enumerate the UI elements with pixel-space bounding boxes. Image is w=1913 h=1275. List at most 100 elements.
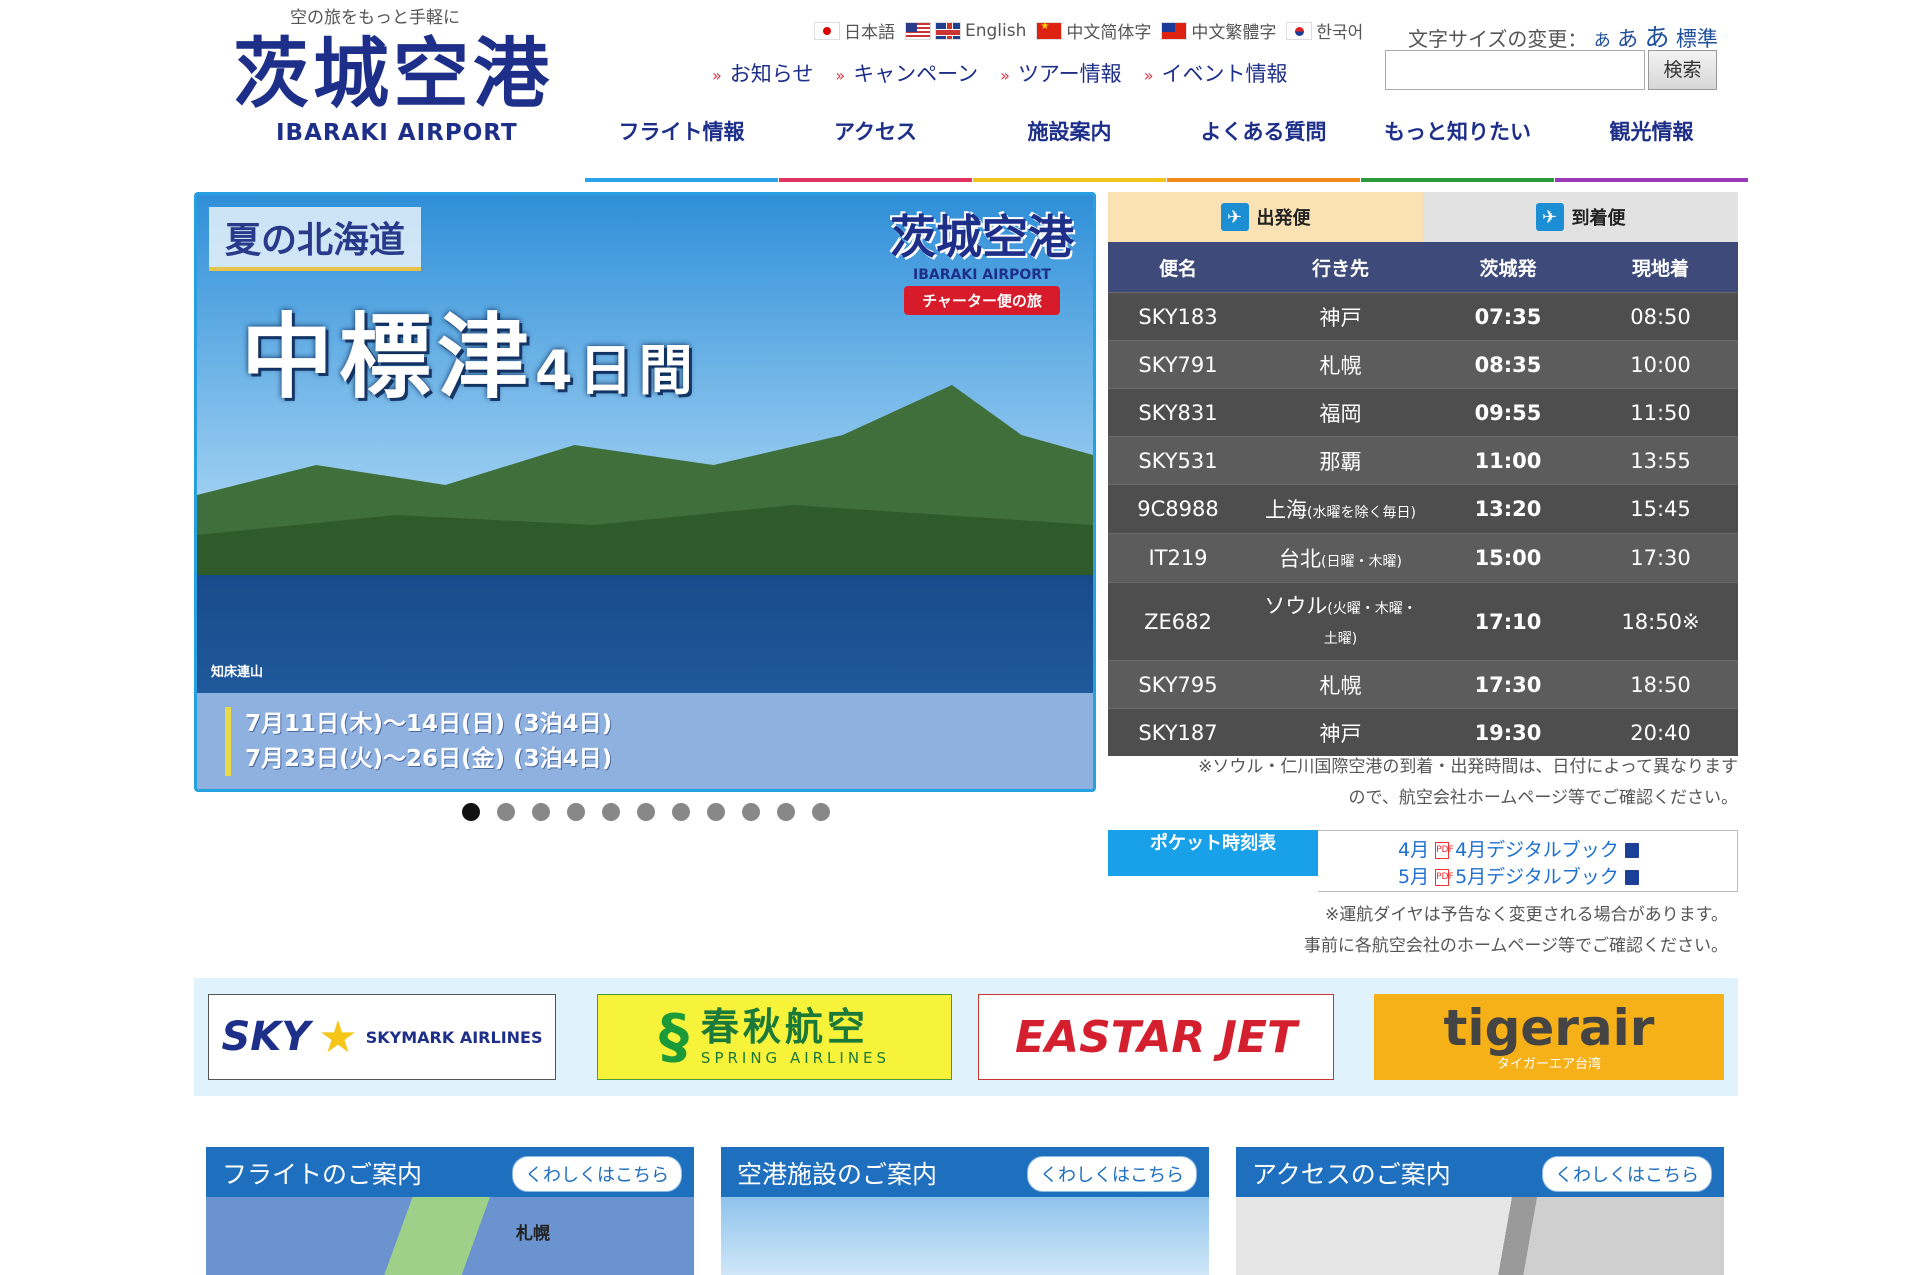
more-details-button[interactable]: くわしくはこちら — [1542, 1156, 1712, 1192]
slide-dot[interactable] — [742, 803, 760, 821]
eastar-jet-banner[interactable]: EASTAR JET — [978, 994, 1334, 1080]
note-line: ので、航空会社ホームページ等でご確認ください。 — [1348, 787, 1738, 808]
departure-time: 15:00 — [1474, 546, 1542, 570]
lang-korean[interactable]: 한국어 — [1286, 18, 1363, 43]
lang-chinese-simplified[interactable]: 中文简体字 — [1036, 18, 1151, 43]
tab-arrivals[interactable]: ✈ 到着便 — [1423, 192, 1738, 242]
more-details-button[interactable]: くわしくはこちら — [512, 1156, 682, 1192]
more-details-button[interactable]: くわしくはこちら — [1027, 1156, 1197, 1192]
slide-dot[interactable] — [672, 803, 690, 821]
slide-dot[interactable] — [567, 803, 585, 821]
hero-subtitle: 夏の北海道 — [209, 207, 422, 271]
slide-dot[interactable] — [602, 803, 620, 821]
slide-dot[interactable] — [707, 803, 725, 821]
lang-label: 日本語 — [844, 23, 895, 43]
table-row: 9C8988 上海(水曜を除く毎日) 13:20 15:45 — [1108, 484, 1738, 533]
digital-book-link[interactable]: 5月デジタルブック — [1455, 866, 1619, 888]
route-map-image — [206, 1197, 694, 1275]
skymark-logo-text: SKY — [221, 1014, 311, 1060]
chevron-right-icon: » — [1143, 66, 1154, 85]
facility-image — [721, 1197, 1209, 1275]
sublink-label: お知らせ — [729, 62, 814, 86]
nav-faq[interactable]: よくある質問 — [1167, 112, 1360, 182]
lang-chinese-traditional[interactable]: 中文繁體字 — [1161, 18, 1276, 43]
flight-guide-card[interactable]: フライトのご案内 くわしくはこちら 札幌 — [206, 1147, 694, 1275]
sublink-label: ツアー情報 — [1017, 62, 1122, 86]
slide-dot[interactable] — [462, 803, 480, 821]
departure-time: 09:55 — [1474, 400, 1542, 425]
hero-title-main: 中標津 — [241, 304, 536, 411]
departure-board: 便名 行き先 茨城発 現地着 SKY183 神戸 07:35 08:50 SKY… — [1108, 242, 1738, 756]
flight-number: ZE682 — [1144, 609, 1212, 634]
departure-plane-icon: ✈ — [1220, 203, 1249, 231]
lang-english[interactable]: English — [905, 21, 1026, 41]
sublink-events[interactable]: » イベント情報 — [1144, 58, 1288, 88]
airline-banners: SKY ★ SKYMARK AIRLINES § 春秋航空 SPRING AIR… — [194, 978, 1738, 1096]
board-header: 便名 行き先 茨城発 現地着 — [1108, 242, 1738, 292]
spring-airlines-banner[interactable]: § 春秋航空 SPRING AIRLINES — [597, 994, 952, 1080]
table-row: SKY795 札幌 17:30 18:50 — [1108, 660, 1738, 708]
taiwan-flag-icon — [1161, 21, 1188, 40]
flight-number: 9C8988 — [1137, 497, 1219, 521]
font-size-large-button[interactable]: あ — [1644, 23, 1669, 52]
access-image — [1236, 1197, 1724, 1275]
spring-name-en: SPRING AIRLINES — [700, 1048, 891, 1067]
timetable-link-april[interactable]: 4月 PDF4月デジタルブック — [1398, 835, 1639, 862]
slide-dot[interactable] — [812, 803, 830, 821]
site-logo[interactable]: 茨城空港 — [233, 36, 553, 112]
hero-ribbon: チャーター便の旅 — [904, 286, 1060, 315]
access-guide-card[interactable]: アクセスのご案内 くわしくはこちら — [1236, 1147, 1724, 1275]
timetable-link-may[interactable]: 5月 PDF5月デジタルブック — [1398, 862, 1639, 889]
search-button[interactable]: 検索 — [1648, 50, 1717, 90]
font-size-medium-button[interactable]: あ — [1617, 27, 1638, 51]
hero-title: 中標津4日間 — [241, 283, 699, 416]
sublink-campaign[interactable]: » キャンペーン — [835, 58, 978, 88]
book-icon — [1624, 870, 1639, 885]
arrival-time: 10:00 — [1630, 352, 1691, 377]
hero-dates: 7月11日(木)～14日(日) (3泊4日) 7月23日(火)～26日(金) (… — [225, 707, 612, 776]
chevron-right-icon: » — [1000, 66, 1010, 85]
tigerair-banner[interactable]: tigerair タイガーエア台湾 — [1374, 994, 1724, 1080]
nav-learn-more[interactable]: もっと知りたい — [1361, 112, 1554, 182]
facility-guide-card[interactable]: 空港施設のご案内 くわしくはこちら — [721, 1147, 1209, 1275]
search-input[interactable] — [1385, 50, 1645, 90]
column-header: 便名 — [1158, 257, 1197, 280]
flight-number: SKY791 — [1138, 352, 1218, 377]
tab-departures[interactable]: ✈ 出発便 — [1108, 192, 1423, 254]
arrival-time: 13:55 — [1630, 448, 1691, 473]
departure-time: 07:35 — [1474, 304, 1542, 329]
site-logo-en: IBARAKI AIRPORT — [276, 120, 518, 146]
lang-label: English — [965, 20, 1027, 41]
slide-dot[interactable] — [497, 803, 515, 821]
sublink-tours[interactable]: » ツアー情報 — [1000, 58, 1122, 88]
sublink-label: キャンペーン — [853, 62, 979, 86]
nav-tourism[interactable]: 観光情報 — [1555, 112, 1748, 182]
lang-japanese[interactable]: 日本語 — [814, 18, 895, 43]
hero-brand: 茨城空港 IBARAKI AIRPORT チャーター便の旅 — [877, 201, 1087, 315]
font-size-small-button[interactable]: あ — [1594, 31, 1611, 51]
column-header: 茨城発 — [1479, 257, 1537, 280]
slide-dot[interactable] — [777, 803, 795, 821]
tab-label: 出発便 — [1256, 208, 1311, 229]
nav-flight-info[interactable]: フライト情報 — [585, 112, 778, 182]
spring-logo-icon: § — [658, 1002, 689, 1072]
nav-access[interactable]: アクセス — [779, 112, 972, 182]
table-row: SKY531 那覇 11:00 13:55 — [1108, 436, 1738, 484]
hero-date-line: 7月23日(火)～26日(金) (3泊4日) — [245, 745, 613, 772]
font-size-standard-button[interactable]: 標準 — [1676, 27, 1718, 51]
lang-label: 中文繁體字 — [1191, 23, 1277, 43]
arrival-time: 18:50※ — [1621, 609, 1700, 634]
slide-dot[interactable] — [532, 803, 550, 821]
hero-brand-jp: 茨城空港 — [890, 210, 1074, 264]
sublink-news[interactable]: » お知らせ — [712, 58, 813, 88]
skymark-banner[interactable]: SKY ★ SKYMARK AIRLINES — [208, 994, 556, 1080]
schedule-note: ※運航ダイヤは予告なく変更される場合があります。 事前に各航空会社のホームページ… — [1108, 900, 1728, 961]
digital-book-link[interactable]: 4月デジタルブック — [1455, 839, 1619, 861]
departure-time: 19:30 — [1474, 720, 1542, 745]
nav-facilities[interactable]: 施設案内 — [973, 112, 1166, 182]
hero-slide[interactable]: 夏の北海道 中標津4日間 茨城空港 IBARAKI AIRPORT チャーター便… — [194, 192, 1096, 792]
arrival-time: 08:50 — [1630, 304, 1691, 329]
slide-dot[interactable] — [637, 803, 655, 821]
timetable-month: 4月 — [1398, 839, 1430, 861]
destination: 台北(日曜・木曜) — [1279, 547, 1402, 571]
